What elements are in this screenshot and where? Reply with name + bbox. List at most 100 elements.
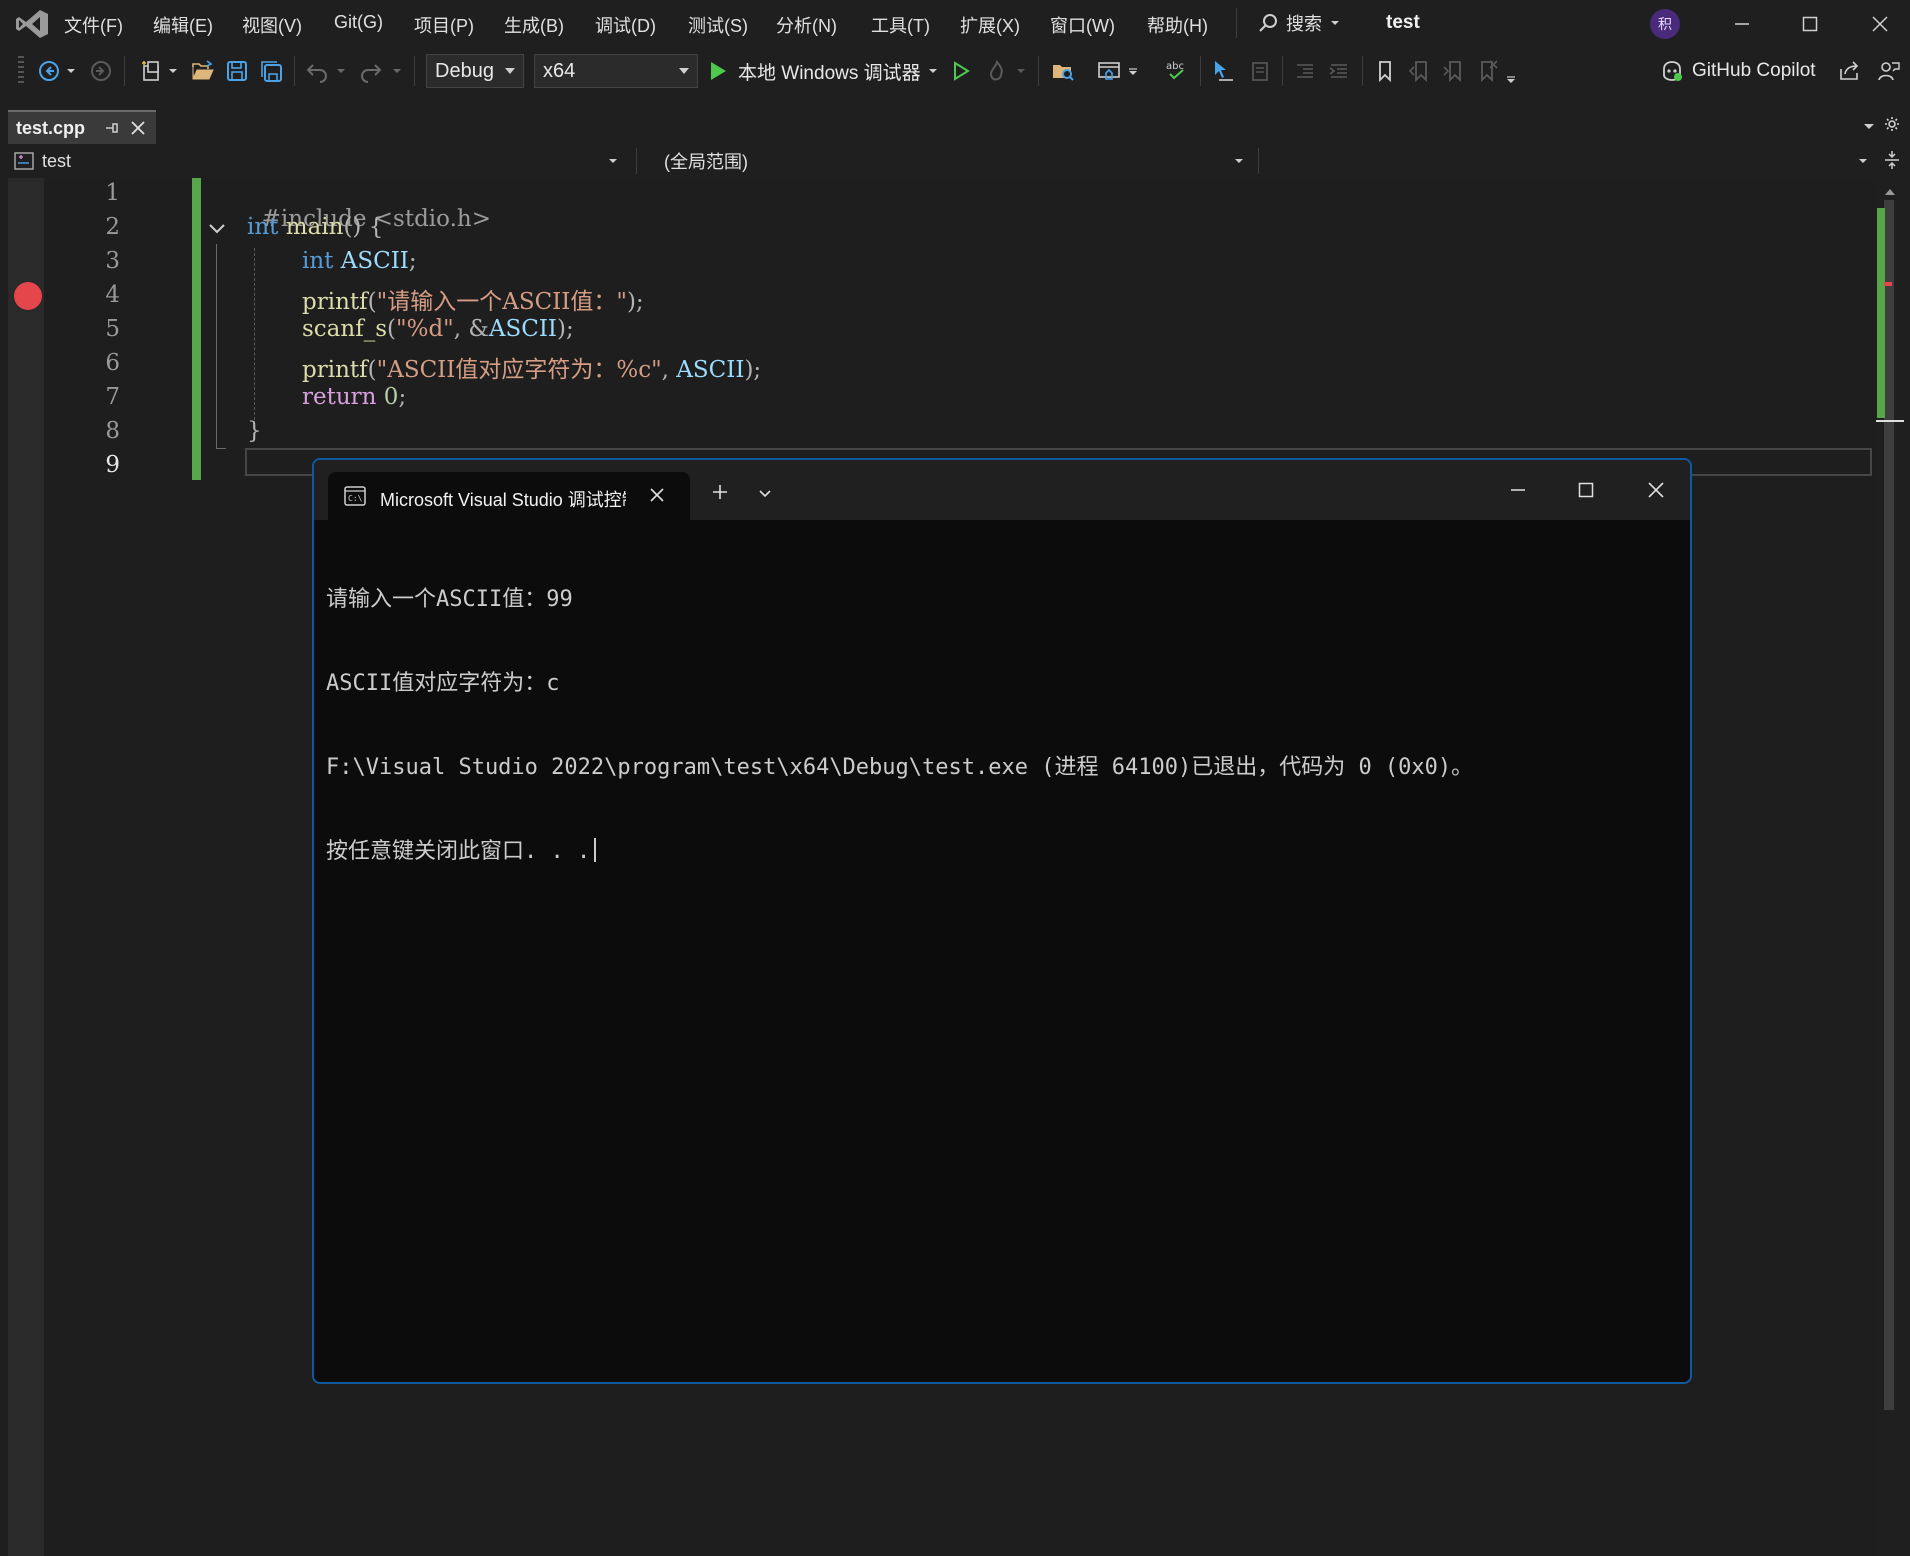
- tab-list-dropdown[interactable]: [1862, 118, 1876, 136]
- find-in-files-button[interactable]: [1050, 58, 1076, 84]
- scrollbar-track[interactable]: [1884, 200, 1894, 1410]
- toolbar-options-dropdown[interactable]: [1504, 66, 1518, 92]
- save-all-button[interactable]: [258, 58, 284, 84]
- menu-analyze[interactable]: 分析(N): [776, 12, 837, 38]
- console-line-prompt: 按任意键关闭此窗口. . .: [326, 838, 1473, 866]
- feedback-person-icon: [1878, 62, 1900, 81]
- tab-dropdown-button[interactable]: [758, 486, 772, 504]
- bookmark-clear-icon: [1481, 60, 1498, 83]
- forward-arrow-icon: [91, 61, 111, 81]
- hot-reload-dropdown[interactable]: [1014, 58, 1028, 84]
- new-project-button[interactable]: [138, 58, 164, 84]
- navigate-forward-button[interactable]: [88, 58, 114, 84]
- clipboard-icon: [1252, 62, 1268, 81]
- github-copilot-button[interactable]: GitHub Copilot: [1660, 56, 1816, 86]
- search-label: 搜索: [1286, 14, 1322, 34]
- increase-indent-button[interactable]: [1326, 58, 1352, 84]
- previous-bookmark-button[interactable]: [1406, 58, 1432, 84]
- chevron-down-icon: [759, 490, 771, 498]
- menu-test[interactable]: 测试(S): [688, 12, 748, 38]
- navigate-back-dropdown[interactable]: [64, 58, 78, 84]
- bookmark-prev-icon: [1408, 61, 1427, 83]
- menu-debug[interactable]: 调试(D): [595, 12, 656, 38]
- code-line-6: printf("ASCII值对应字符为：%c", ASCII);: [302, 357, 762, 383]
- close-tab-button[interactable]: [130, 120, 146, 141]
- menu-window[interactable]: 窗口(W): [1050, 12, 1115, 38]
- breakpoint-icon[interactable]: [14, 282, 42, 310]
- menu-git[interactable]: Git(G): [334, 12, 383, 33]
- play-icon: [711, 62, 726, 80]
- search-button[interactable]: 搜索: [1258, 10, 1340, 36]
- toolbar-overflow-dropdown[interactable]: [1126, 58, 1140, 84]
- console-minimize-button[interactable]: [1510, 482, 1526, 503]
- menu-project[interactable]: 项目(P): [414, 12, 474, 38]
- menu-view[interactable]: 视图(V): [242, 12, 302, 38]
- collapse-region-button[interactable]: [208, 222, 226, 240]
- chevron-down-icon: [929, 69, 937, 73]
- toolbar-grip[interactable]: [18, 56, 24, 86]
- new-tab-button[interactable]: [712, 484, 728, 505]
- minimize-button[interactable]: [1722, 10, 1762, 38]
- plus-icon: [713, 485, 727, 499]
- undo-button[interactable]: [304, 58, 330, 84]
- solution-explorer-button[interactable]: [1096, 58, 1122, 84]
- new-project-dropdown[interactable]: [166, 58, 180, 84]
- spell-check-button[interactable]: abc: [1164, 58, 1190, 84]
- project-title: test: [1386, 12, 1420, 33]
- split-editor-button[interactable]: [1884, 150, 1900, 175]
- indent-icon: [1329, 64, 1347, 78]
- decrease-indent-button[interactable]: [1292, 58, 1318, 84]
- redo-dropdown[interactable]: [390, 58, 404, 84]
- menu-help[interactable]: 帮助(H): [1147, 12, 1208, 38]
- project-scope-value: test: [42, 150, 72, 171]
- hot-reload-button[interactable]: [984, 58, 1010, 84]
- avatar[interactable]: 积: [1650, 9, 1680, 39]
- menu-build[interactable]: 生成(B): [504, 12, 564, 38]
- uncomment-lines-button[interactable]: [1246, 58, 1272, 84]
- folder-search-icon: [1053, 65, 1074, 81]
- menu-extensions[interactable]: 扩展(X): [960, 12, 1020, 38]
- menu-edit[interactable]: 编辑(E): [153, 12, 213, 38]
- comment-lines-button[interactable]: [1210, 58, 1236, 84]
- next-bookmark-button[interactable]: [1440, 58, 1466, 84]
- platform-value: x64: [543, 59, 576, 82]
- debug-console-window[interactable]: C:\ Microsoft Visual Studio 调试控制台 请输入一个A…: [312, 458, 1692, 1384]
- glyph-margin[interactable]: [8, 178, 44, 1556]
- share-button[interactable]: [1836, 58, 1862, 84]
- tab-settings-button[interactable]: [1884, 116, 1900, 137]
- menu-tools[interactable]: 工具(T): [871, 12, 930, 38]
- save-button[interactable]: [224, 58, 250, 84]
- configuration-select[interactable]: Debug: [426, 54, 524, 88]
- start-without-debugging-button[interactable]: [948, 58, 974, 84]
- terminal-icon: C:\: [344, 486, 366, 506]
- outline-guide: [216, 244, 217, 448]
- console-tab[interactable]: C:\ Microsoft Visual Studio 调试控制台: [328, 472, 690, 520]
- start-debugging-dropdown[interactable]: [926, 58, 940, 84]
- type-scope-select[interactable]: (全局范围): [664, 148, 1250, 174]
- spell-check-icon: abc: [1166, 61, 1184, 80]
- navigate-back-button[interactable]: [36, 58, 62, 84]
- member-scope-select[interactable]: [1264, 148, 1876, 174]
- close-console-tab-button[interactable]: [650, 488, 664, 507]
- project-scope-select[interactable]: test: [14, 148, 626, 174]
- line-number: 4: [105, 282, 120, 308]
- feedback-button[interactable]: [1876, 58, 1902, 84]
- undo-dropdown[interactable]: [334, 58, 348, 84]
- redo-button[interactable]: [358, 58, 384, 84]
- maximize-button[interactable]: [1790, 10, 1830, 38]
- platform-select[interactable]: x64: [534, 54, 698, 88]
- console-close-button[interactable]: [1648, 482, 1664, 503]
- console-maximize-button[interactable]: [1578, 482, 1594, 503]
- open-file-button[interactable]: [190, 58, 216, 84]
- start-debugging-button[interactable]: 本地 Windows 调试器: [708, 56, 921, 86]
- scrollbar-change-marker: [1877, 208, 1885, 418]
- menu-file[interactable]: 文件(F): [64, 12, 123, 38]
- pin-tab-button[interactable]: [104, 120, 120, 141]
- console-output[interactable]: 请输入一个ASCII值：99 ASCII值对应字符为：c F:\Visual S…: [326, 530, 1473, 922]
- close-window-button[interactable]: [1860, 10, 1900, 38]
- tab-test-cpp[interactable]: test.cpp: [8, 110, 156, 144]
- toolbar-separator: [294, 56, 295, 86]
- toggle-bookmark-button[interactable]: [1372, 58, 1398, 84]
- open-folder-icon: [192, 60, 214, 80]
- clear-bookmarks-button[interactable]: [1474, 58, 1500, 84]
